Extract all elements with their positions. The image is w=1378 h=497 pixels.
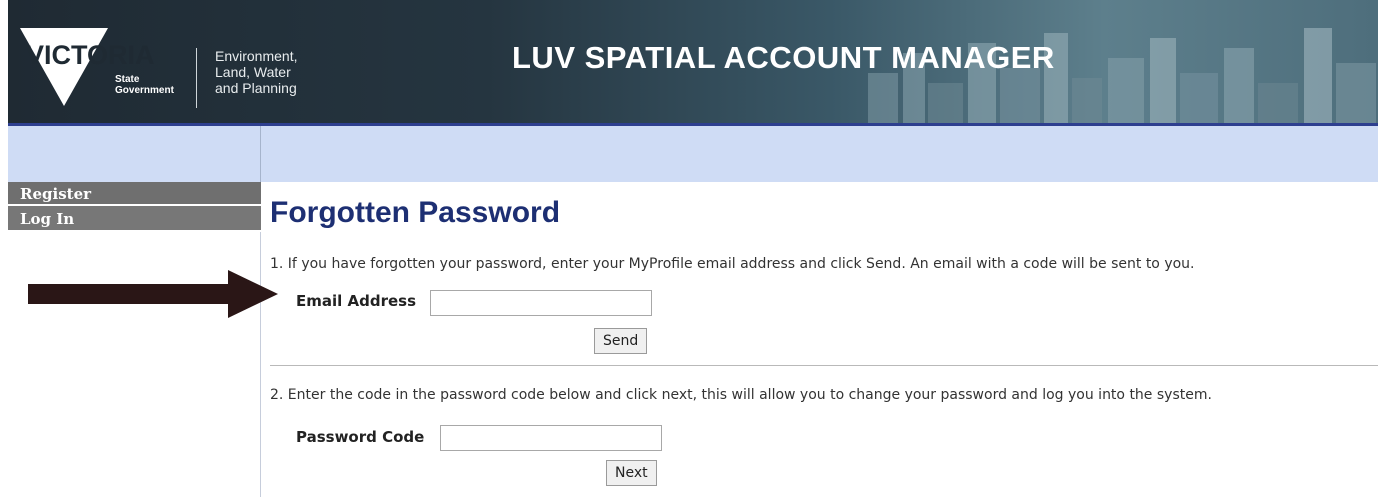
password-code-input[interactable]: [440, 425, 662, 451]
sub-header-band: [8, 126, 1378, 182]
sidebar-item-log-in[interactable]: Log In: [8, 206, 261, 232]
band-divider: [260, 126, 261, 182]
department-name: Environment, Land, Water and Planning: [215, 48, 297, 96]
page: VICTORIA State Government Environment, L…: [0, 0, 1378, 497]
logo-subtitle-line-2: Government: [115, 85, 174, 96]
sidebar-item-register[interactable]: Register: [8, 182, 261, 206]
sidebar-nav: Register Log In: [8, 182, 261, 497]
email-address-input[interactable]: [430, 290, 652, 316]
app-title: LUV SPATIAL ACCOUNT MANAGER: [512, 40, 1055, 75]
password-code-label: Password Code: [296, 428, 425, 446]
logo-wordmark: VICTORIA: [26, 40, 155, 70]
site-header: VICTORIA State Government Environment, L…: [8, 0, 1378, 126]
next-button[interactable]: Next: [606, 460, 657, 486]
department-line-3: and Planning: [215, 80, 297, 96]
victoria-government-logo: VICTORIA State Government Environment, L…: [20, 18, 320, 108]
annotation-arrow-icon: [28, 270, 278, 318]
email-address-label: Email Address: [296, 292, 417, 310]
logo-subtitle: State Government: [115, 74, 174, 96]
step2-instruction: 2. Enter the code in the password code b…: [270, 387, 1212, 403]
main-content: Forgotten Password 1. If you have forgot…: [262, 182, 1378, 497]
department-line-2: Land, Water: [215, 64, 291, 80]
step1-instruction: 1. If you have forgotten your password, …: [270, 256, 1195, 272]
department-line-1: Environment,: [215, 48, 298, 64]
logo-subtitle-line-1: State: [115, 74, 140, 85]
page-title: Forgotten Password: [270, 196, 561, 229]
send-button[interactable]: Send: [594, 328, 648, 354]
logo-divider: [196, 48, 197, 108]
section-divider: [270, 365, 1378, 366]
